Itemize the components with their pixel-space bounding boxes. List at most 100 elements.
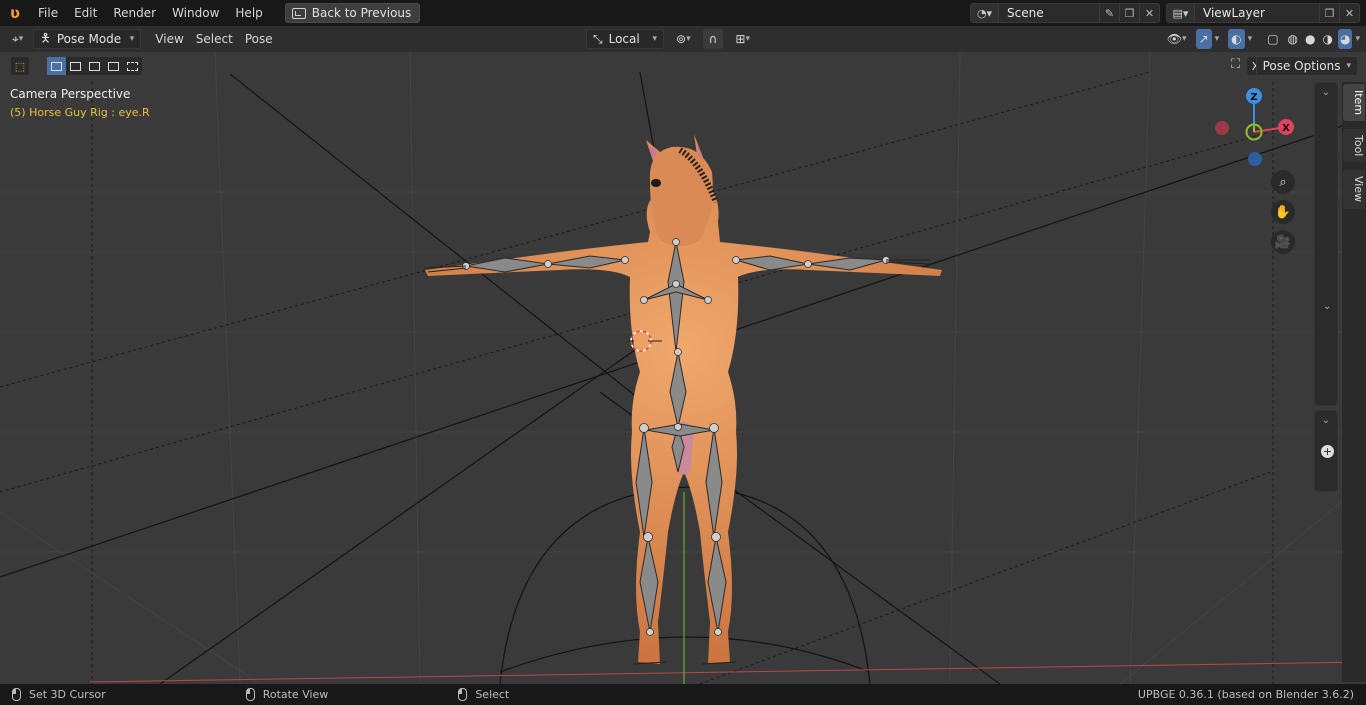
wireframe-icon: ◍ bbox=[1287, 32, 1299, 46]
select-intersect-button[interactable] bbox=[123, 57, 142, 75]
3d-viewport[interactable]: ⬚ Camera Perspective (5) Horse Guy Rig :… bbox=[0, 52, 1366, 684]
menu-edit[interactable]: Edit bbox=[66, 0, 105, 26]
gizmo-x-label: X bbox=[1282, 123, 1290, 134]
sidebar-strip-bottom[interactable]: ⌄ + bbox=[1314, 410, 1338, 492]
status-rotate-view: Rotate View bbox=[262, 688, 329, 701]
view-layer-name[interactable]: ViewLayer bbox=[1195, 6, 1319, 20]
tool-settings-row: ⬚ bbox=[10, 56, 143, 76]
back-icon bbox=[291, 7, 306, 19]
snap-options-button[interactable]: ⊞ ▾ bbox=[729, 29, 756, 49]
transform-orientation-dropdown[interactable]: ⤡ Local ▾ bbox=[586, 29, 664, 49]
delete-scene-icon[interactable]: ✕ bbox=[1139, 4, 1159, 22]
view-layer-icon[interactable]: ▤▾ bbox=[1167, 4, 1195, 22]
mouse-left-icon bbox=[12, 688, 21, 701]
rendered-shading-button[interactable]: ◕ bbox=[1337, 29, 1353, 49]
tab-view[interactable]: View bbox=[1343, 170, 1365, 209]
pin-icon[interactable]: ✎ bbox=[1099, 4, 1119, 22]
collapse-chevron-icon[interactable]: ⌄ bbox=[1315, 87, 1337, 98]
menu-view[interactable]: View bbox=[149, 29, 189, 49]
select-subtract-icon bbox=[89, 61, 100, 71]
viewport-info: Camera Perspective (5) Horse Guy Rig : e… bbox=[10, 87, 150, 119]
overlays-toggle[interactable]: ◐ bbox=[1228, 29, 1245, 49]
select-subtract-button[interactable] bbox=[85, 57, 104, 75]
x-axis-line bbox=[89, 661, 1366, 683]
transform-gizmo-icon[interactable]: ⛶ bbox=[1231, 57, 1240, 72]
status-left-click: Set 3D Cursor bbox=[12, 688, 106, 701]
pose-options-label: Pose Options bbox=[1262, 59, 1341, 73]
scroll-chevron-icon[interactable]: ⌄ bbox=[1323, 301, 1331, 312]
select-extend-icon bbox=[70, 61, 81, 71]
camera-perspective-label: Camera Perspective bbox=[10, 87, 131, 101]
menu-pose[interactable]: Pose bbox=[239, 29, 279, 49]
orientation-icon: ⤡ bbox=[593, 31, 603, 46]
overlays-icon: ◐ bbox=[1231, 32, 1242, 46]
scene-name[interactable]: Scene bbox=[999, 6, 1099, 20]
new-view-layer-icon[interactable]: ❐ bbox=[1319, 4, 1339, 22]
select-invert-button[interactable] bbox=[104, 57, 123, 75]
gizmo-dropdown-icon[interactable]: ▾ bbox=[1215, 34, 1220, 44]
mouse-middle-icon bbox=[245, 688, 255, 701]
camera-view-button[interactable]: 🎥 bbox=[1271, 230, 1295, 254]
scene-canvas bbox=[0, 52, 1366, 684]
menu-select[interactable]: Select bbox=[190, 29, 239, 49]
delete-view-layer-icon[interactable]: ✕ bbox=[1339, 4, 1359, 22]
view-layer-selector[interactable]: ▤▾ ViewLayer ❐ ✕ bbox=[1166, 3, 1360, 23]
back-to-previous-button[interactable]: Back to Previous bbox=[284, 3, 421, 23]
version-label: UPBGE 0.36.1 (based on Blender 3.6.2) bbox=[1137, 688, 1354, 701]
solid-sphere-icon: ● bbox=[1305, 32, 1316, 46]
pivot-point-button[interactable]: ⊚ ▾ bbox=[670, 29, 697, 49]
shading-dropdown-icon[interactable]: ▾ bbox=[1355, 34, 1360, 44]
navigation-gizmo[interactable]: Z X bbox=[1208, 82, 1298, 172]
snap-toggle[interactable]: ∩ bbox=[702, 29, 724, 49]
wireframe-shading-button[interactable]: ◍ bbox=[1286, 29, 1300, 49]
selection-mode-group bbox=[46, 56, 143, 76]
scene-selector[interactable]: ◔▾ Scene ✎ ❐ ✕ bbox=[970, 3, 1160, 23]
select-extend-button[interactable] bbox=[66, 57, 85, 75]
menu-window[interactable]: Window bbox=[164, 0, 227, 26]
menu-render[interactable]: Render bbox=[105, 0, 164, 26]
menu-help[interactable]: Help bbox=[227, 0, 270, 26]
new-scene-icon[interactable]: ❐ bbox=[1119, 4, 1139, 22]
status-set-cursor: Set 3D Cursor bbox=[29, 688, 106, 701]
neg-x-axis-handle bbox=[1215, 121, 1229, 135]
xray-toggle[interactable]: ▢ bbox=[1263, 29, 1282, 49]
select-invert-icon bbox=[108, 61, 119, 71]
collapse-chevron-icon[interactable]: ⌄ bbox=[1315, 415, 1337, 426]
overlays-dropdown-icon[interactable]: ▾ bbox=[1248, 34, 1253, 44]
editor-type-button[interactable]: ⌖ ▾ bbox=[6, 29, 29, 49]
chevron-down-icon: ▾ bbox=[129, 34, 135, 44]
blender-logo-icon[interactable]: ʋ bbox=[0, 0, 30, 26]
select-intersect-icon bbox=[127, 61, 138, 71]
mode-dropdown[interactable]: 🯅 Pose Mode ▾ bbox=[33, 29, 142, 49]
status-middle-click: Rotate View bbox=[245, 688, 329, 701]
tab-item[interactable]: Item bbox=[1343, 84, 1365, 122]
gizmo-toggle[interactable]: ↗ bbox=[1195, 29, 1212, 49]
select-tool-button[interactable]: ⬚ bbox=[10, 56, 30, 76]
pose-mode-icon: 🯅 bbox=[40, 30, 51, 45]
pose-options-dropdown[interactable]: Pose Options ▾ bbox=[1255, 56, 1358, 76]
select-new-button[interactable] bbox=[47, 57, 66, 75]
zoom-icon: ⌕ bbox=[1279, 174, 1287, 190]
select-box-icon: ⬚ bbox=[14, 59, 26, 73]
sidebar-strip-top[interactable]: ⌄ ⌄ bbox=[1314, 82, 1338, 406]
hand-icon: ✋ bbox=[1274, 204, 1292, 220]
menu-file[interactable]: File bbox=[30, 0, 66, 26]
pan-button[interactable]: ✋ bbox=[1271, 200, 1295, 224]
editor-type-icon: ⌖ bbox=[12, 31, 19, 46]
tab-tool[interactable]: Tool bbox=[1343, 129, 1365, 163]
back-to-previous-label: Back to Previous bbox=[311, 6, 412, 20]
viewport-header: ⌖ ▾ 🯅 Pose Mode ▾ View Select Pose ⤡ Loca… bbox=[0, 26, 1366, 52]
zoom-button[interactable]: ⌕ bbox=[1271, 170, 1295, 194]
solid-shading-button[interactable]: ● bbox=[1303, 29, 1317, 49]
material-shading-button[interactable]: ◑ bbox=[1321, 29, 1335, 49]
gizmo-icon: ↗ bbox=[1198, 32, 1209, 46]
top-menu-bar: ʋ File Edit Render Window Help Back to P… bbox=[0, 0, 1366, 26]
rendered-sphere-icon: ◕ bbox=[1339, 32, 1351, 46]
visibility-button[interactable]: 👁 ▾ bbox=[1161, 29, 1193, 49]
gizmo-z-label: Z bbox=[1250, 92, 1257, 103]
sidebar-tabs: Item Tool View bbox=[1342, 82, 1366, 682]
scene-icon[interactable]: ◔▾ bbox=[971, 4, 999, 22]
mouse-right-icon bbox=[458, 688, 468, 701]
add-icon[interactable]: + bbox=[1321, 445, 1334, 458]
chevron-down-icon: ▾ bbox=[1346, 61, 1351, 71]
